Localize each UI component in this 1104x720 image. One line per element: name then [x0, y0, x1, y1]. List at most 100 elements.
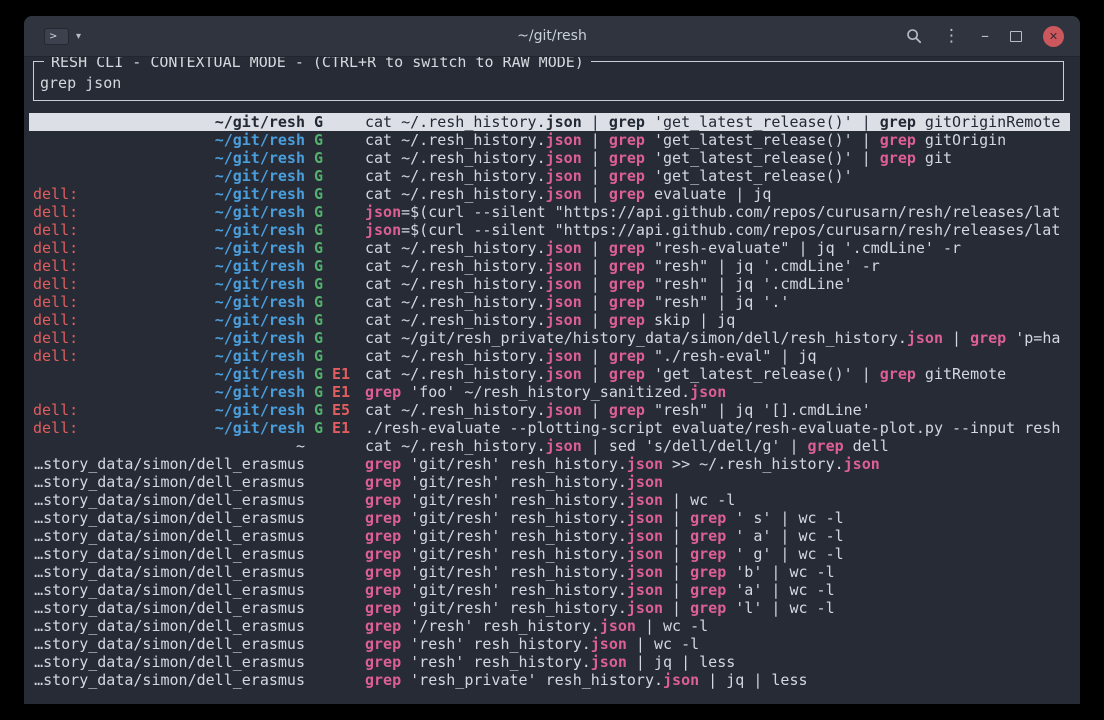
status-flags: G: [305, 311, 365, 329]
new-terminal-button[interactable]: >: [44, 28, 69, 45]
status-flags: G: [305, 167, 365, 185]
command-text: grep 'resh' resh_history.json | jq | les…: [365, 653, 1066, 671]
flag-G: G: [314, 419, 323, 437]
pwd-label: ~/git/resh: [215, 167, 305, 185]
history-row[interactable]: dell:~/git/reshGE5cat ~/.resh_history.js…: [29, 401, 1070, 419]
flag-G: G: [314, 131, 323, 149]
resh-search-panel: RESH CLI - CONTEXTUAL MODE - (CTRL+R to …: [33, 61, 1064, 101]
row-location: dell:~/git/resh: [33, 185, 305, 203]
match-highlight: json: [844, 455, 880, 473]
history-row[interactable]: ~/git/reshGcat ~/.resh_history.json | gr…: [29, 167, 1070, 185]
flag-G: G: [314, 149, 323, 167]
history-row[interactable]: dell:~/git/reshGcat ~/.resh_history.json…: [29, 311, 1070, 329]
pwd-label: ~/git/resh: [215, 383, 305, 401]
history-row[interactable]: dell:~/git/reshGjson=$(curl --silent "ht…: [29, 203, 1070, 221]
pwd-label: …story_data/simon/dell_erasmus: [34, 455, 305, 473]
history-row[interactable]: …story_data/simon/dell_erasmus grep '/res…: [29, 617, 1070, 635]
restore-window-icon[interactable]: [1010, 31, 1022, 42]
status-flags: [305, 599, 365, 617]
history-row[interactable]: dell:~/git/reshGcat ~/.resh_history.json…: [29, 185, 1070, 203]
pwd-label: …story_data/simon/dell_erasmus: [34, 617, 305, 635]
pwd-label: ~/git/resh: [215, 185, 305, 203]
history-row[interactable]: dell:~/git/reshGE1./resh-evaluate --plot…: [29, 419, 1070, 437]
history-row[interactable]: …story_data/simon/dell_erasmusgrep 'resh…: [29, 671, 1070, 689]
match-highlight: grep: [970, 329, 1006, 347]
match-highlight: json: [627, 473, 663, 491]
match-highlight: json: [627, 509, 663, 527]
match-highlight: json: [627, 545, 663, 563]
host-label: dell:: [33, 329, 78, 347]
command-text: cat ~/.resh_history.json | grep "resh" |…: [365, 257, 1066, 275]
history-row[interactable]: …story_data/simon/dell_erasmusgrep 'git/…: [29, 563, 1070, 581]
match-highlight: json: [546, 437, 582, 455]
menu-icon[interactable]: ⋮: [943, 28, 960, 45]
status-flags: GE1: [305, 365, 365, 383]
pwd-label: ~/git/resh: [215, 131, 305, 149]
status-flags: [305, 671, 365, 689]
status-flags: G E1: [305, 419, 365, 437]
history-row[interactable]: dell:~/git/reshGcat ~/.resh_history.json…: [29, 239, 1070, 257]
history-row[interactable]: …story_data/simon/dell_erasmus grep 'git/…: [29, 473, 1070, 491]
terminal-body: RESH CLI - CONTEXTUAL MODE - (CTRL+R to …: [24, 57, 1080, 704]
match-highlight: grep: [365, 581, 401, 599]
match-highlight: json: [627, 599, 663, 617]
pwd-label: ~/git/resh: [215, 239, 305, 257]
history-row[interactable]: ~/git/reshGE1cat ~/.resh_history.json | …: [29, 365, 1070, 383]
status-flags: [305, 437, 365, 455]
flag-G: G: [314, 293, 323, 311]
row-location: …story_data/simon/dell_erasmus: [33, 509, 305, 527]
host-label: dell:: [33, 239, 78, 257]
history-row[interactable]: ~/git/reshGcat ~/.resh_history.json | gr…: [29, 149, 1070, 167]
history-row[interactable]: ~/git/reshGE1grep 'foo' ~/resh_history_s…: [29, 383, 1070, 401]
history-row[interactable]: dell:~/git/reshGcat ~/.resh_history.json…: [29, 275, 1070, 293]
history-row[interactable]: …story_data/simon/dell_erasmusgrep 'git/…: [29, 545, 1070, 563]
row-location: …story_data/simon/dell_erasmus: [33, 473, 305, 491]
history-row-selected[interactable]: ~/git/reshGcat ~/.resh_history.json | gr…: [29, 113, 1070, 131]
minimize-icon[interactable]: –: [981, 28, 989, 44]
row-location: …story_data/simon/dell_erasmus: [33, 671, 305, 689]
command-text: cat ~/.resh_history.json | grep "resh" |…: [365, 275, 1066, 293]
titlebar[interactable]: > ▾ ~/git/resh ⋮ – ✕: [24, 16, 1080, 57]
history-row[interactable]: dell:~/git/reshGjson=$(curl --silent "ht…: [29, 221, 1070, 239]
history-row[interactable]: ~cat ~/.resh_history.json | sed 's/dell/…: [29, 437, 1070, 455]
row-location: …story_data/simon/dell_erasmus: [33, 617, 305, 635]
match-highlight: grep: [609, 347, 645, 365]
match-highlight: json: [546, 185, 582, 203]
history-row[interactable]: dell:~/git/reshGcat ~/.resh_history.json…: [29, 293, 1070, 311]
row-location: …story_data/simon/dell_erasmus: [33, 527, 305, 545]
row-location: ~/git/resh: [33, 113, 305, 131]
row-location: ~/git/resh: [33, 383, 305, 401]
pwd-label: …story_data/simon/dell_erasmus: [34, 545, 305, 563]
chevron-down-icon[interactable]: ▾: [76, 31, 81, 42]
status-flags: [305, 527, 365, 545]
history-row[interactable]: dell:~/git/reshGcat ~/git/resh_private/h…: [29, 329, 1070, 347]
history-row[interactable]: …story_data/simon/dell_erasmusgrep 'git/…: [29, 581, 1070, 599]
history-row[interactable]: …story_data/simon/dell_erasmusgrep 'resh…: [29, 653, 1070, 671]
history-row[interactable]: dell:~/git/reshGcat ~/.resh_history.json…: [29, 257, 1070, 275]
match-highlight: json: [627, 527, 663, 545]
match-highlight: json: [591, 635, 627, 653]
match-highlight: json: [546, 347, 582, 365]
match-highlight: grep: [609, 185, 645, 203]
match-highlight: grep: [690, 527, 726, 545]
history-row[interactable]: ~/git/reshGcat ~/.resh_history.json | gr…: [29, 131, 1070, 149]
history-row[interactable]: …story_data/simon/dell_erasmusgrep 'resh…: [29, 635, 1070, 653]
match-highlight: json: [627, 581, 663, 599]
history-row[interactable]: …story_data/simon/dell_erasmusgrep 'git/…: [29, 509, 1070, 527]
close-icon: ✕: [1049, 30, 1058, 43]
history-row[interactable]: …story_data/simon/dell_erasmusgrep 'git/…: [29, 527, 1070, 545]
history-list: ~/git/reshGcat ~/.resh_history.json | gr…: [29, 113, 1070, 689]
flag-E1: E1: [332, 419, 350, 437]
search-icon[interactable]: [906, 28, 922, 44]
history-row[interactable]: dell:~/git/reshGcat ~/.resh_history.json…: [29, 347, 1070, 365]
match-highlight: grep: [365, 455, 401, 473]
row-location: dell:~/git/resh: [33, 275, 305, 293]
command-text: grep '/resh' resh_history.json | wc -l: [365, 617, 1066, 635]
close-button[interactable]: ✕: [1043, 26, 1064, 47]
history-row[interactable]: …story_data/simon/dell_erasmusgrep 'git/…: [29, 491, 1070, 509]
command-text: grep 'git/resh' resh_history.json: [365, 473, 1066, 491]
history-row[interactable]: …story_data/simon/dell_erasmusgrep 'git/…: [29, 599, 1070, 617]
row-location: …story_data/simon/dell_erasmus: [33, 599, 305, 617]
status-flags: GE1: [305, 383, 365, 401]
history-row[interactable]: …story_data/simon/dell_erasmusgrep 'git/…: [29, 455, 1070, 473]
